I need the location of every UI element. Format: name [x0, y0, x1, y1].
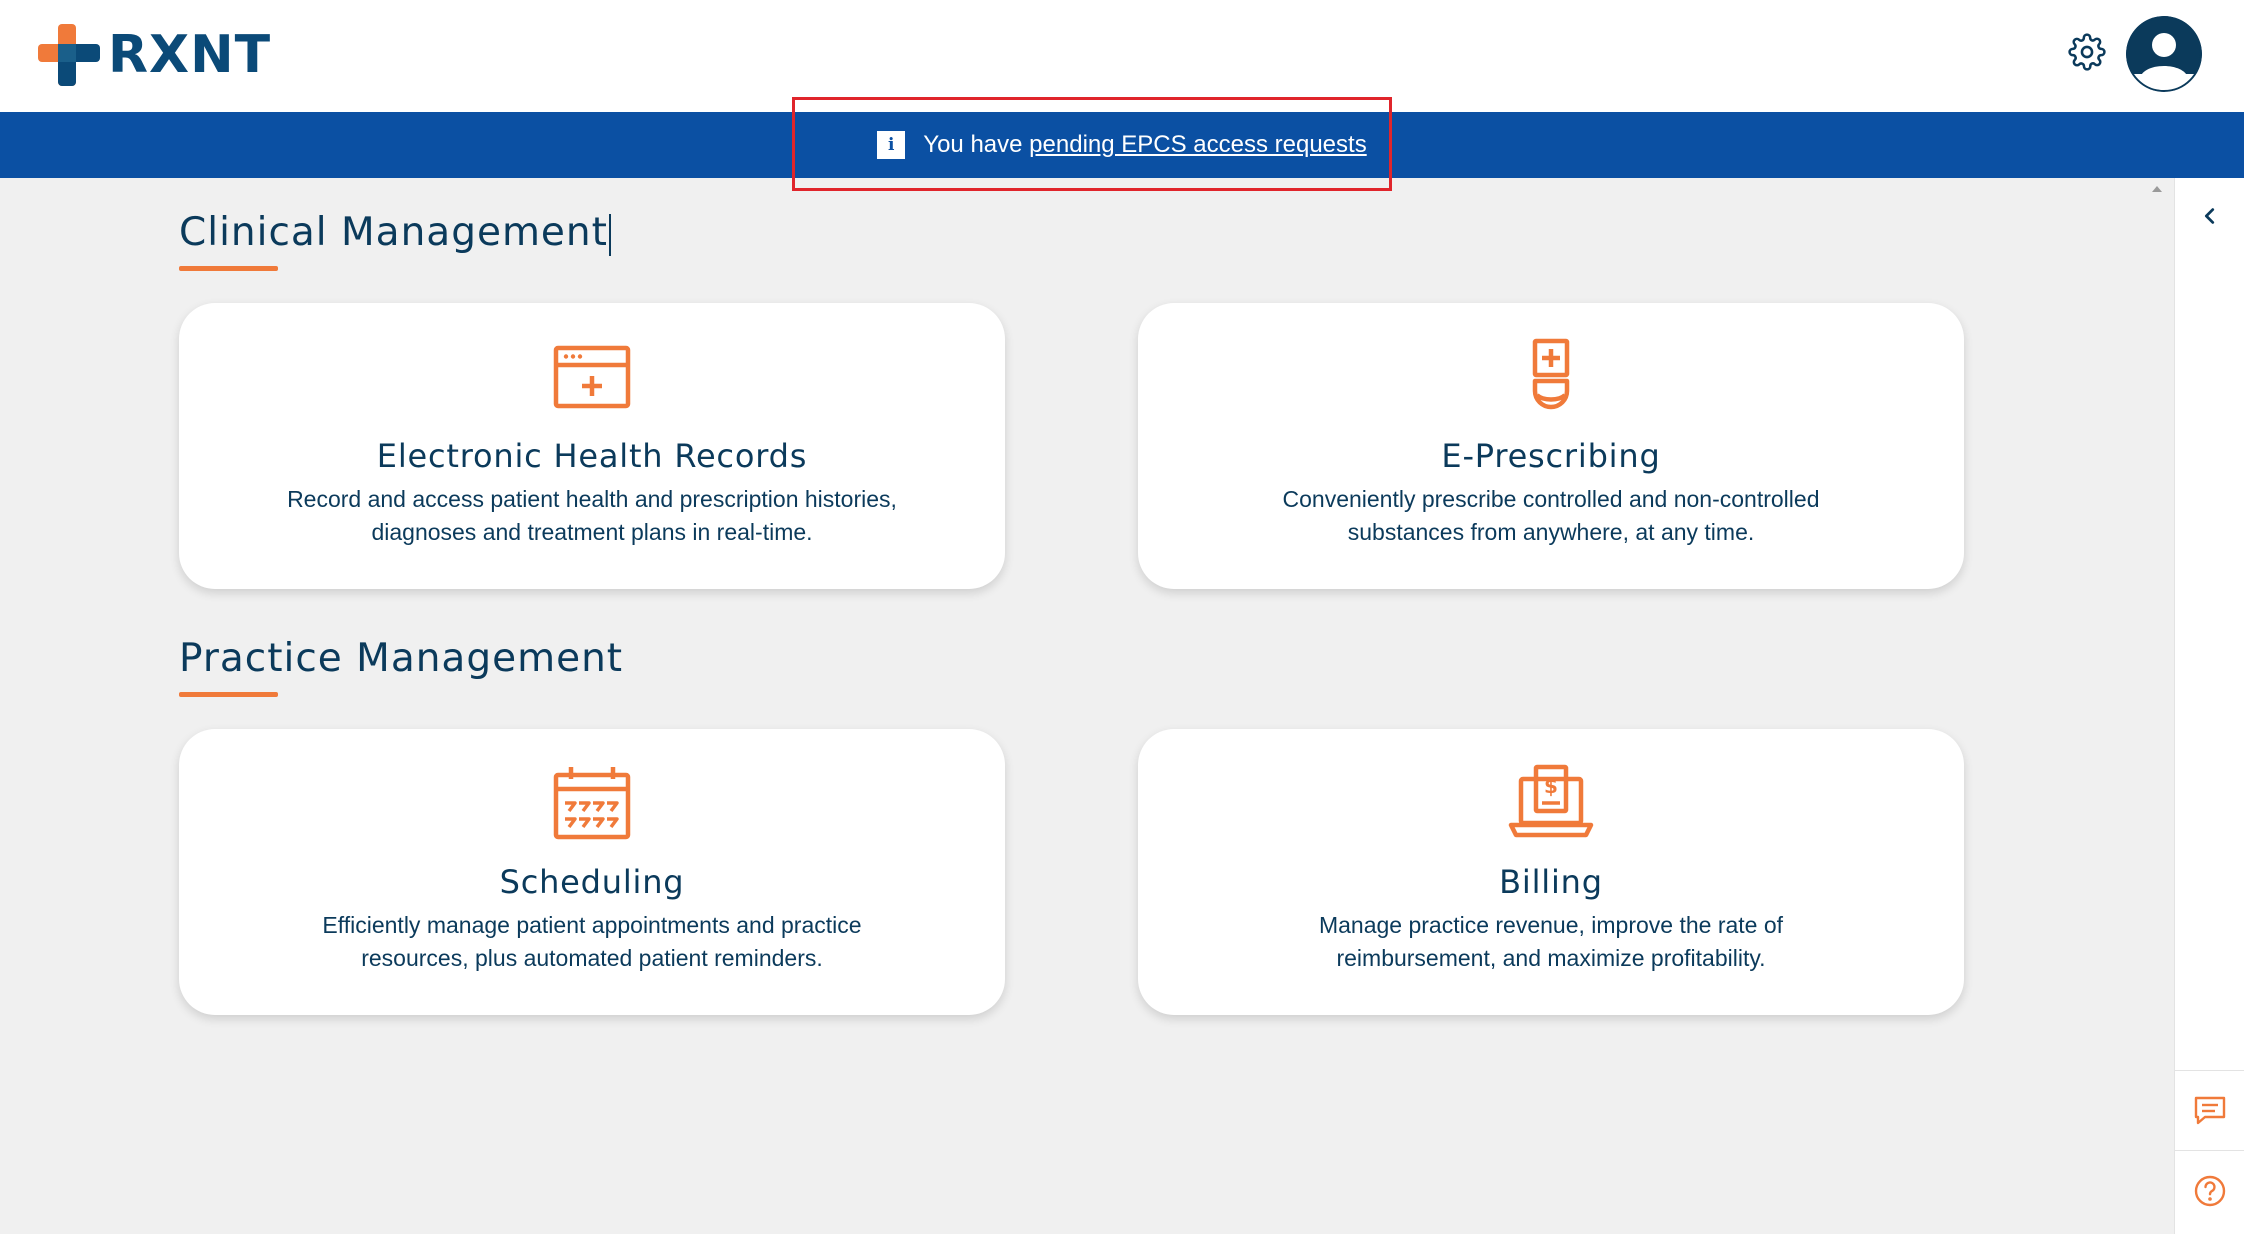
rail-divider — [2175, 1150, 2244, 1151]
pending-epcs-requests-link[interactable]: pending EPCS access requests — [1029, 131, 1367, 158]
user-avatar-button[interactable] — [2126, 16, 2202, 92]
epcs-notification-banner: i You have pending EPCS access requests — [0, 112, 2244, 178]
rxnt-logo[interactable]: RXNT — [38, 24, 271, 86]
card-title: Electronic Health Records — [376, 437, 808, 475]
logo-cross-icon — [38, 24, 100, 86]
card-electronic-health-records[interactable]: Electronic Health Records Record and acc… — [179, 303, 1005, 589]
collapse-panel-button[interactable] — [2175, 194, 2244, 238]
help-button[interactable] — [2175, 1168, 2244, 1214]
card-description: Conveniently prescribe controlled and no… — [1282, 486, 1820, 545]
top-header: RXNT — [0, 0, 2244, 112]
medical-record-icon — [553, 345, 631, 409]
text-cursor — [608, 213, 611, 256]
section-underline — [179, 266, 278, 271]
calendar-icon — [553, 767, 631, 840]
prescription-bottle-icon — [1532, 338, 1570, 410]
card-title: Scheduling — [499, 863, 685, 901]
right-side-rail — [2174, 178, 2244, 1234]
chat-icon — [2194, 1096, 2226, 1125]
help-icon — [2194, 1175, 2226, 1207]
card-description: Record and access patient health and pre… — [287, 486, 897, 545]
logo-text: RXNT — [108, 25, 272, 85]
chevron-left-icon — [2204, 208, 2215, 224]
gear-icon — [2068, 33, 2106, 71]
card-e-prescribing[interactable]: E-Prescribing Conveniently prescribe con… — [1138, 303, 1964, 589]
card-description: Efficiently manage patient appointments … — [322, 912, 862, 971]
info-icon: i — [877, 131, 906, 159]
scroll-up-arrow[interactable] — [2152, 186, 2162, 192]
banner-prefix: You have — [923, 131, 1023, 158]
section-underline — [179, 692, 278, 697]
chat-button[interactable] — [2175, 1088, 2244, 1134]
billing-laptop-icon: $ — [1508, 764, 1594, 838]
section-title-clinical: Clinical Management — [179, 210, 611, 256]
card-title: Billing — [1499, 863, 1603, 901]
rail-divider — [2175, 1070, 2244, 1071]
section-title-practice: Practice Management — [179, 636, 624, 681]
card-title: E-Prescribing — [1441, 437, 1661, 475]
banner-text: You have pending EPCS access requests — [923, 131, 1366, 159]
card-scheduling[interactable]: Scheduling Efficiently manage patient ap… — [179, 729, 1005, 1015]
svg-text:$: $ — [1544, 774, 1558, 798]
card-description: Manage practice revenue, improve the rat… — [1318, 912, 1784, 971]
card-billing[interactable]: $ Billing Manage practice revenue, impro… — [1138, 729, 1964, 1015]
user-avatar-icon — [2126, 16, 2202, 92]
settings-button[interactable] — [2068, 33, 2106, 71]
